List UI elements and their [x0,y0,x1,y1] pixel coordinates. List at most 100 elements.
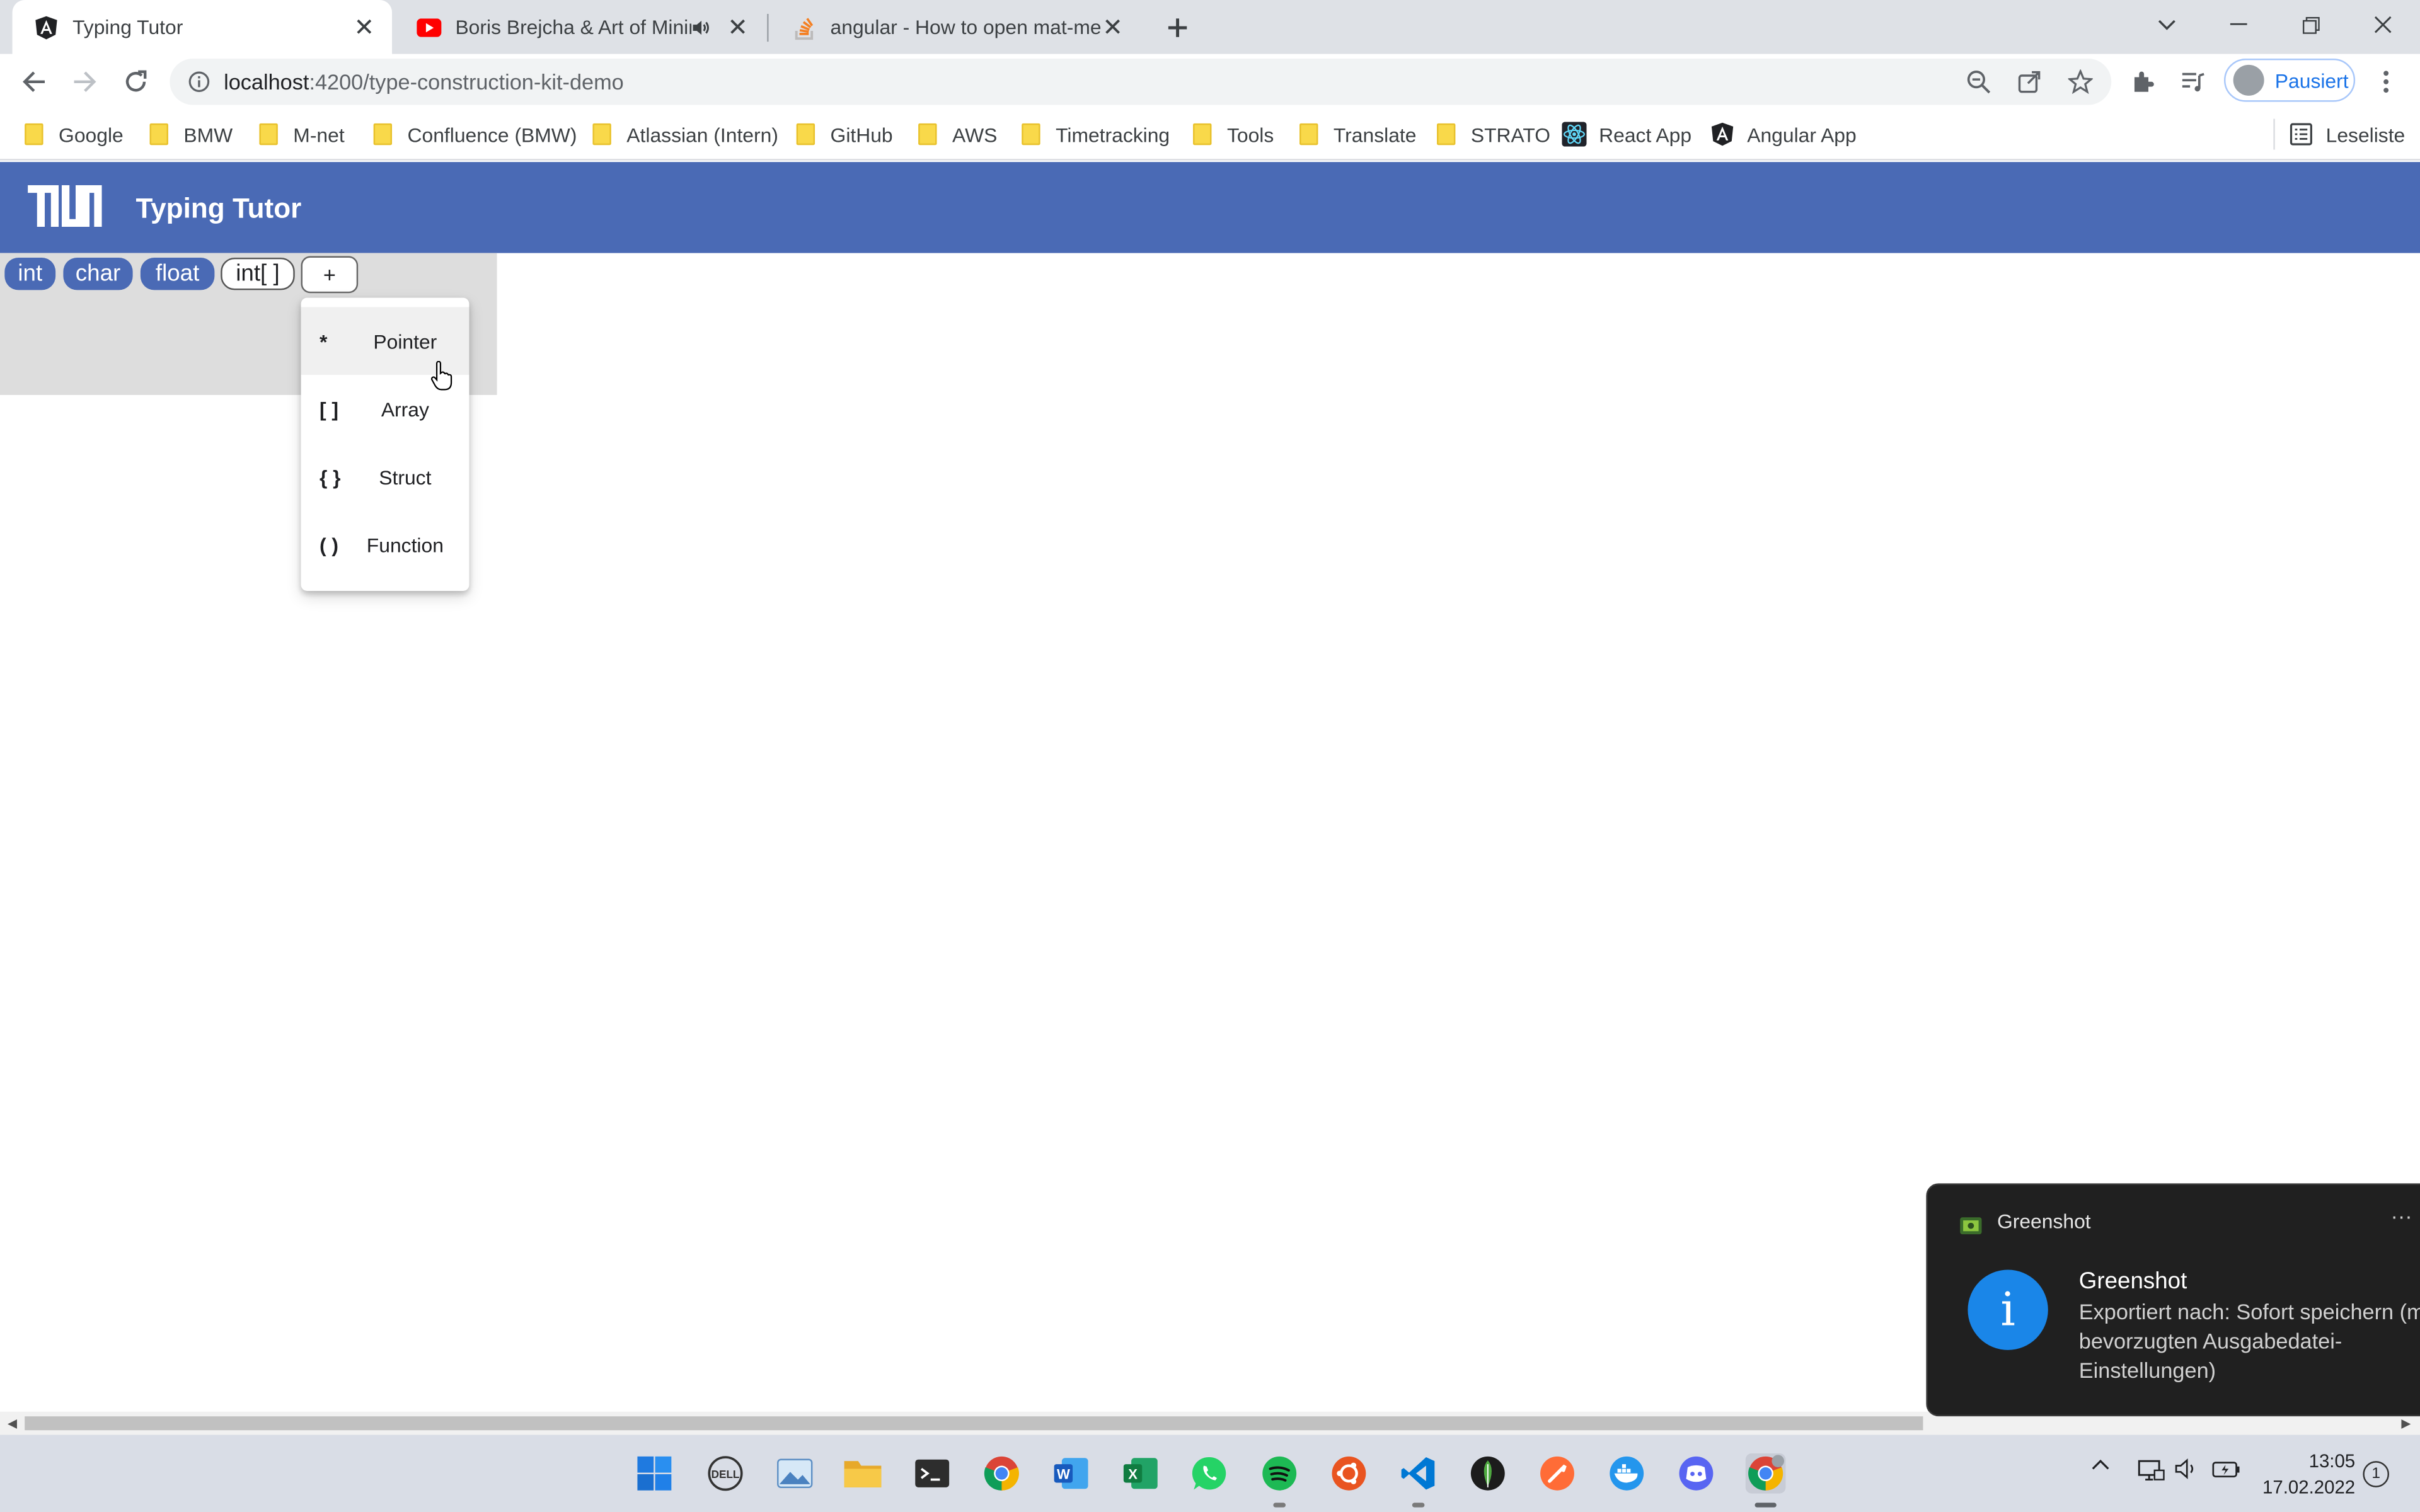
greenshot-notification[interactable]: Greenshot ··· i Greenshot Exportiert nac… [1926,1183,2420,1417]
reading-list-button[interactable]: Leseliste [2289,120,2405,148]
ubuntu-icon[interactable] [1329,1453,1369,1494]
postman-icon[interactable] [1537,1453,1577,1494]
bookmark-atlassian[interactable]: Atlassian (Intern) [592,120,778,148]
menu-dots-icon[interactable] [2372,68,2400,96]
bookmark-timetracking[interactable]: Timetracking [1022,120,1170,148]
vscode-icon[interactable] [1398,1453,1439,1508]
close-icon[interactable]: ✕ [725,14,750,41]
type-chip-int[interactable]: int [4,257,56,290]
media-control-icon[interactable] [2179,68,2207,96]
bookmark-mnet[interactable]: M-net [259,120,345,148]
chrome-icon[interactable] [982,1453,1022,1494]
bookmark-bmw[interactable]: BMW [149,120,233,148]
close-icon [2374,16,2392,33]
scrollbar-thumb[interactable] [25,1416,1923,1431]
restore-button[interactable] [2275,0,2346,49]
folder-icon [1437,123,1456,146]
hand-cursor-icon [430,360,452,399]
bookmark-aws[interactable]: AWS [918,120,997,148]
chrome-active-icon[interactable] [1745,1453,1786,1508]
bookmark-react-app[interactable]: React App [1562,120,1691,148]
bookmark-label: Confluence (BMW) [407,122,577,146]
share-icon[interactable] [2015,68,2043,96]
bookmark-label: Angular App [1747,122,1857,146]
spotify-icon[interactable] [1259,1453,1299,1508]
mongodb-icon[interactable] [1468,1453,1508,1494]
type-chip-char[interactable]: char [63,257,133,290]
clock-time: 13:05 [2308,1450,2356,1472]
folder-icon [25,123,43,146]
tab-strip: Typing Tutor ✕ Boris Brejcha & Art of Mi… [0,0,2420,54]
react-icon [1562,122,1587,147]
bookmark-strato[interactable]: STRATO [1437,120,1550,148]
address-bar[interactable]: localhost:4200/type-construction-kit-dem… [170,59,2112,105]
back-button[interactable] [13,60,56,104]
discord-icon[interactable] [1676,1453,1717,1494]
new-tab-button[interactable] [1156,6,1199,50]
close-window-button[interactable] [2348,0,2419,49]
add-type-button[interactable]: + [301,256,359,294]
start-windows-icon[interactable] [635,1453,675,1494]
plus-icon [1168,18,1187,37]
close-icon[interactable]: ✕ [1100,14,1125,41]
type-chip-float[interactable]: float [140,257,215,290]
svg-text:W: W [1057,1466,1070,1482]
menu-item-label: Function [366,533,444,556]
dell-icon[interactable]: DELL [705,1453,746,1494]
arrow-left-icon [23,71,45,93]
bookmark-label: Tools [1226,122,1274,146]
photos-icon[interactable] [775,1453,815,1494]
info-icon: i [1968,1269,2048,1350]
speaker-icon[interactable] [691,18,716,36]
terminal-icon[interactable] [912,1453,952,1494]
youtube-icon [417,14,442,39]
battery-icon[interactable] [2210,1458,2244,1479]
extensions-icon[interactable] [2130,68,2158,96]
menu-item-struct[interactable]: { } Struct [301,443,470,511]
file-explorer-icon[interactable] [843,1453,883,1494]
tab-search-button[interactable] [2131,0,2203,49]
folder-icon [259,123,278,146]
clock[interactable]: 13:05 17.02.2022 [2256,1449,2355,1501]
type-construct-menu: * Pointer [ ] Array { } Struct ( ) Funct… [301,297,470,591]
zoom-icon[interactable] [1965,68,1993,96]
bookmark-angular-app[interactable]: Angular App [1710,120,1857,148]
folder-icon [1022,123,1040,146]
network-icon[interactable] [2136,1458,2167,1482]
notification-count-badge[interactable]: 1 [2363,1461,2390,1487]
reload-button[interactable] [114,60,158,104]
svg-text:DELL: DELL [712,1468,740,1480]
more-options-icon[interactable]: ··· [2390,1203,2412,1228]
minimize-button[interactable] [2203,0,2274,49]
bookmark-confluence[interactable]: Confluence (BMW) [373,120,577,148]
whatsapp-icon[interactable] [1190,1453,1230,1494]
info-icon[interactable] [188,71,210,101]
forward-button[interactable] [63,60,107,104]
running-indicator [1412,1503,1425,1508]
folder-icon [1299,123,1318,146]
bookmark-github[interactable]: GitHub [796,120,893,148]
menu-item-label: Pointer [373,329,437,353]
scroll-left-icon[interactable]: ◀ [6,1416,19,1430]
word-icon[interactable]: W [1051,1453,1092,1494]
star-icon[interactable] [2066,68,2094,96]
bookmark-translate[interactable]: Translate [1299,120,1416,148]
bookmark-label: STRATO [1470,122,1551,146]
tab-youtube[interactable]: Boris Brejcha & Art of Minim ✕ [395,0,766,54]
type-chip-int-array[interactable]: int[ ] [221,257,295,290]
array-symbol: [ ] [319,397,339,421]
close-icon[interactable]: ✕ [352,14,376,41]
menu-item-function[interactable]: ( ) Function [301,511,470,579]
docker-icon[interactable] [1606,1453,1647,1494]
bookmarks-divider [2273,118,2275,150]
chevron-up-icon[interactable] [2087,1458,2114,1470]
bookmark-google[interactable]: Google [25,120,124,148]
volume-icon[interactable] [2173,1458,2201,1479]
scroll-right-icon[interactable]: ▶ [2400,1416,2412,1430]
tab-typing-tutor[interactable]: Typing Tutor ✕ [12,0,393,54]
profile-button[interactable]: Pausiert [2223,59,2356,102]
tab-stackoverflow[interactable]: angular - How to open mat-men ✕ [770,0,1141,54]
excel-icon[interactable]: X [1121,1453,1161,1494]
bookmark-tools[interactable]: Tools [1193,120,1274,148]
folder-icon [592,123,611,146]
